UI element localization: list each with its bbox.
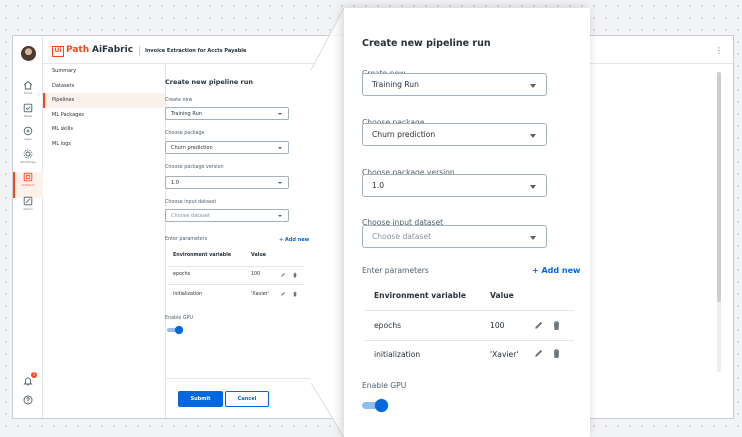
zoom-form-title: Create new pipeline run xyxy=(362,38,491,49)
chevron-down-icon xyxy=(530,185,536,189)
edit-icon[interactable] xyxy=(533,320,544,331)
input-dataset-select[interactable]: Choose dataset xyxy=(165,209,289,222)
nav-item-datasets[interactable]: Datasets xyxy=(43,79,165,94)
chevron-down-icon xyxy=(278,215,282,217)
zoom-param-value-initialization[interactable]: 'Xavier' xyxy=(490,350,518,359)
more-vert-icon[interactable]: ⋮ xyxy=(715,46,723,55)
col-env-variable: Environment variable xyxy=(173,253,232,258)
chevron-down-icon xyxy=(530,134,536,138)
product-name: AiFabric xyxy=(92,45,134,55)
delete-icon[interactable] xyxy=(292,291,298,297)
apps-icon xyxy=(23,126,33,136)
zoom-param-value-epochs[interactable]: 100 xyxy=(490,321,505,330)
package-version-select[interactable]: 1.0 xyxy=(165,176,289,189)
zoom-package-version-select[interactable]: 1.0 xyxy=(362,174,547,197)
form-footer: Submit Cancel xyxy=(166,378,351,418)
avatar[interactable] xyxy=(21,46,36,61)
zoom-package-select[interactable]: Churn prediction xyxy=(362,123,547,146)
param-name-initialization: initialization xyxy=(173,292,203,297)
workflows-icon xyxy=(23,149,33,159)
gpu-label: Enable GPU xyxy=(165,316,193,321)
scrollbar-thumb[interactable] xyxy=(717,72,721,302)
nav-item-pipelines[interactable]: Pipelines xyxy=(43,93,165,108)
delete-icon[interactable] xyxy=(551,320,562,331)
nav-item-ml-skills[interactable]: ML skills xyxy=(43,122,165,137)
package-label: Choose package xyxy=(165,131,205,136)
zoom-gpu-label: Enable GPU xyxy=(362,381,407,390)
notification-badge: 1 xyxy=(31,372,37,378)
tasks-icon xyxy=(23,103,33,113)
input-dataset-label: Choose input dataset xyxy=(165,200,217,205)
chevron-down-icon xyxy=(530,84,536,88)
secondary-nav: Summary Datasets Pipelines ML Packages M… xyxy=(43,64,166,418)
delete-icon[interactable] xyxy=(551,348,562,359)
nav-item-summary[interactable]: Summary xyxy=(43,64,165,79)
zoom-input-dataset-select[interactable]: Choose dataset xyxy=(362,225,547,248)
chevron-down-icon xyxy=(530,236,536,240)
admin-icon xyxy=(23,196,33,206)
chevron-down-icon xyxy=(278,147,282,149)
zoom-param-name-initialization: initialization xyxy=(374,350,421,359)
logo-path: Path xyxy=(66,45,90,55)
header-divider xyxy=(139,46,140,56)
gpu-toggle[interactable] xyxy=(167,326,183,334)
left-rail: Home Tasks Apps Workflows AI Fabric Admi… xyxy=(13,36,43,418)
nav-item-ml-packages[interactable]: ML Packages xyxy=(43,108,165,123)
edit-icon[interactable] xyxy=(280,291,286,297)
home-icon xyxy=(23,80,33,90)
rail-item-ai-fabric[interactable]: AI Fabric xyxy=(13,172,43,198)
zoom-gpu-toggle[interactable] xyxy=(362,399,388,412)
chevron-down-icon xyxy=(278,113,282,115)
zoom-create-new-select[interactable]: Training Run xyxy=(362,73,547,96)
edit-icon[interactable] xyxy=(533,348,544,359)
package-version-label: Choose package version xyxy=(165,165,224,170)
col-value: Value xyxy=(251,253,266,258)
breadcrumb[interactable]: Invoice Extraction for Accts Payable xyxy=(145,48,246,54)
package-select[interactable]: Churn prediction xyxy=(165,141,289,154)
zoom-col-env-variable: Environment variable xyxy=(374,291,466,300)
help-icon[interactable] xyxy=(23,395,33,405)
zoom-col-value: Value xyxy=(490,291,514,300)
nav-item-ml-logs[interactable]: ML logs xyxy=(43,137,165,152)
chevron-down-icon xyxy=(278,182,282,184)
zoom-parameters-label: Enter parameters xyxy=(362,266,429,275)
param-name-epochs: epochs xyxy=(173,272,191,277)
zoom-add-parameter-button[interactable]: + Add new xyxy=(532,266,580,275)
param-value-epochs[interactable]: 100 xyxy=(251,272,260,277)
rail-item-admin[interactable]: Admin xyxy=(13,196,43,222)
create-new-label: Create new xyxy=(165,98,193,103)
logo-mark: Ui xyxy=(52,46,64,57)
param-value-initialization[interactable]: 'Xavier' xyxy=(251,292,269,297)
parameters-label: Enter parameters xyxy=(165,237,208,242)
delete-icon[interactable] xyxy=(292,272,298,278)
form-title: Create new pipeline run xyxy=(165,78,254,86)
scrollbar[interactable] xyxy=(717,72,721,372)
add-parameter-button[interactable]: + Add new xyxy=(279,237,309,243)
zoomed-form-panel: Create new pipeline run Create new Train… xyxy=(344,8,590,437)
create-new-select[interactable]: Training Run xyxy=(165,107,289,120)
cancel-button[interactable]: Cancel xyxy=(225,391,269,407)
edit-icon[interactable] xyxy=(280,272,286,278)
zoom-param-name-epochs: epochs xyxy=(374,321,402,330)
submit-button[interactable]: Submit xyxy=(178,391,223,407)
ai-fabric-icon xyxy=(23,172,33,182)
